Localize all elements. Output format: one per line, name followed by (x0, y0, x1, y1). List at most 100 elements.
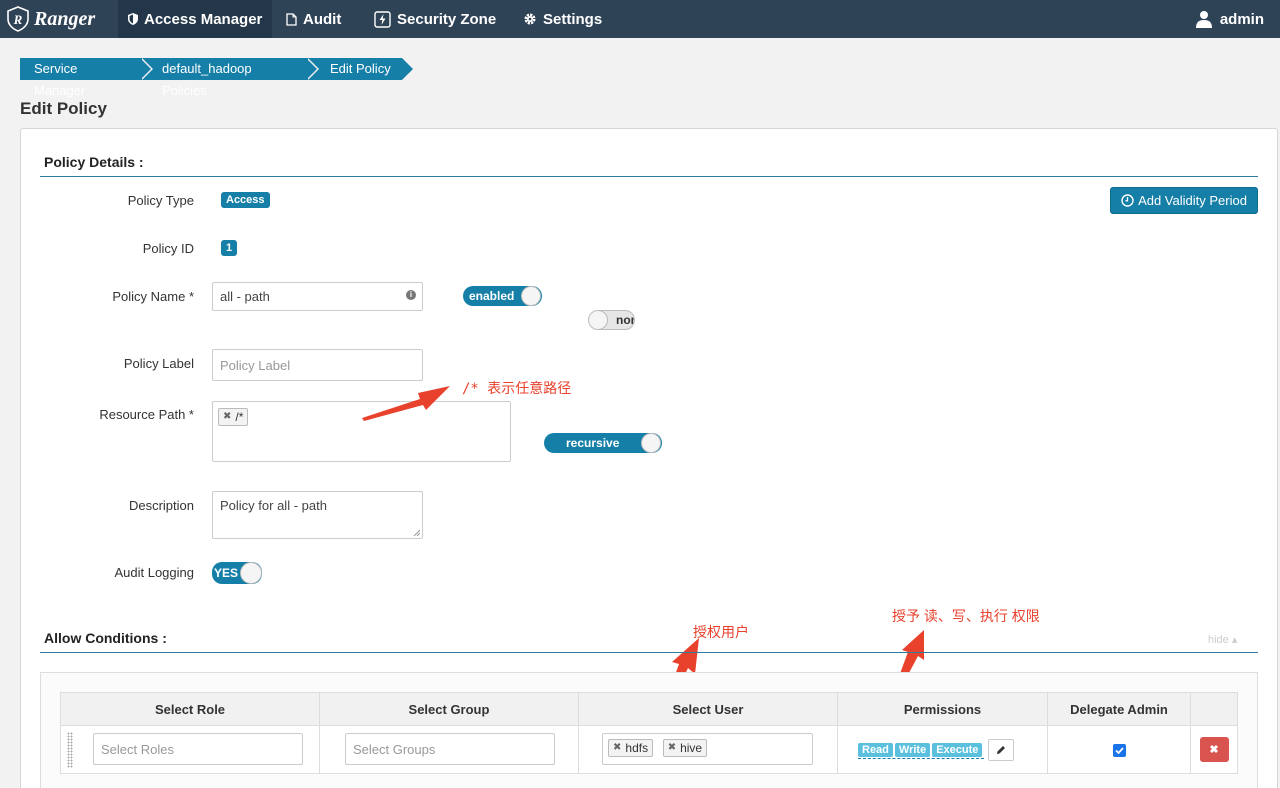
annotation-path-note: /* 表示任意路径 (462, 381, 572, 397)
policy-type-label: Policy Type (127, 193, 194, 208)
select-groups-placeholder: Select Groups (353, 742, 436, 757)
resource-path-label: Resource Path * (99, 407, 194, 422)
bolt-icon (374, 10, 391, 28)
policy-label-input[interactable]: Policy Label (212, 349, 423, 381)
nav-audit[interactable]: Audit (276, 0, 351, 38)
description-label: Description (128, 498, 194, 513)
policy-label-placeholder: Policy Label (220, 358, 291, 373)
resize-handle-icon[interactable] (413, 529, 420, 536)
user-tag-label: hdfs (625, 740, 649, 755)
edit-permissions-button[interactable] (988, 738, 1015, 761)
column-header: Select Role (60, 692, 320, 726)
toggle-knob (240, 562, 262, 584)
select-users-input[interactable]: ✖ hdfs ✖ hive (602, 733, 813, 765)
hide-label: hide (1208, 634, 1229, 646)
select-groups-input[interactable]: Select Groups (345, 733, 555, 765)
table-row: Select Roles Select Groups ✖ hdfs ✖ hive R… (60, 725, 1238, 774)
toggle-knob (589, 311, 608, 329)
checkmark-icon (1114, 747, 1124, 755)
policy-type-badge: Access (221, 192, 270, 208)
breadcrumb-label: Service Manager (34, 61, 86, 98)
policy-name-input[interactable]: all - path i (212, 282, 423, 311)
nav-access-manager[interactable]: Access Manager (118, 0, 273, 38)
nav-access-manager-label: Access Manager (144, 10, 263, 28)
remove-tag-icon[interactable]: ✖ (613, 742, 621, 753)
audit-logging-label: Audit Logging (114, 565, 194, 580)
user-tag[interactable]: ✖ hive (662, 738, 708, 757)
select-roles-placeholder: Select Roles (101, 742, 174, 757)
user-name: admin (1219, 10, 1264, 28)
audit-logging-value: YES (214, 566, 239, 580)
resource-path-tag[interactable]: ✖ /* (218, 407, 249, 426)
svg-text:R: R (13, 12, 23, 27)
toggle-knob (641, 433, 661, 453)
breadcrumb-policies[interactable]: default_hadoop Policies (140, 58, 319, 98)
permissions-list[interactable]: Read Write Execute (858, 741, 985, 759)
permission-tag: Read (858, 742, 893, 757)
permission-tag: Execute (932, 742, 983, 757)
nav-settings[interactable]: Settings (513, 0, 612, 38)
info-icon: i (406, 290, 416, 300)
role-cell: Select Roles (60, 725, 320, 774)
breadcrumb-label: default_hadoop Policies (162, 61, 252, 98)
page-title: Edit Policy (20, 99, 107, 118)
policy-name-value: all - path (220, 289, 270, 304)
pencil-icon (997, 745, 1006, 754)
delete-row-button[interactable]: ✖ (1199, 737, 1229, 762)
policy-name-label: Policy Name * (112, 289, 194, 304)
policy-id-label: Policy ID (142, 241, 194, 256)
policy-priority-toggle[interactable]: nor (588, 310, 635, 330)
clock-icon (1121, 194, 1134, 207)
breadcrumb-service-manager[interactable]: Service Manager (20, 58, 153, 98)
annotation-perm-note: 授予 读、写、执行 权限 (892, 608, 1040, 624)
column-header: Select Group (319, 692, 579, 726)
policy-priority-label: nor (616, 313, 635, 327)
delegate-admin-cell (1047, 725, 1191, 774)
permission-tag: Write (894, 742, 931, 757)
column-header-actions (1190, 692, 1238, 726)
breadcrumb-edit-policy[interactable]: Edit Policy (306, 58, 415, 80)
delegate-admin-checkbox[interactable] (1112, 744, 1126, 758)
ranger-logo-icon: R (7, 6, 29, 32)
description-textarea[interactable]: Policy for all - path (212, 491, 423, 539)
actions-cell: ✖ (1190, 725, 1238, 774)
user-tag-label: hive (680, 740, 703, 755)
brand[interactable]: R Ranger (6, 4, 95, 34)
policy-enabled-toggle[interactable]: enabled (463, 286, 542, 306)
user-tag[interactable]: ✖ hdfs (608, 738, 654, 757)
user-menu[interactable]: admin (1195, 0, 1264, 38)
resource-path-tag-label: /* (235, 409, 244, 424)
nav-security-zone-label: Security Zone (397, 10, 497, 28)
add-validity-period-label: Add Validity Period (1138, 193, 1247, 208)
recursive-toggle[interactable]: recursive (544, 433, 662, 453)
audit-logging-toggle[interactable]: YES (212, 562, 262, 584)
description-value: Policy for all - path (220, 498, 327, 513)
column-header: Delegate Admin (1047, 692, 1191, 726)
nav-security-zone[interactable]: Security Zone (364, 0, 506, 38)
allow-conditions-table: Select Role Select Group Select User Per… (60, 692, 1238, 774)
policy-details-title: Policy Details : (44, 154, 144, 170)
shield-icon (128, 13, 138, 25)
file-icon (286, 12, 297, 26)
divider (40, 652, 1258, 653)
top-navbar: R Ranger Access Manager Audit Security Z… (0, 0, 1280, 38)
hide-conditions-link[interactable]: hide ▴ (1208, 633, 1237, 646)
divider (40, 176, 1258, 177)
column-header: Permissions (837, 692, 1048, 726)
add-validity-period-button[interactable]: Add Validity Period (1110, 187, 1258, 214)
permissions-cell: Read Write Execute (837, 725, 1048, 774)
remove-tag-icon[interactable]: ✖ (223, 411, 231, 422)
nav-settings-label: Settings (543, 10, 603, 28)
user-icon (1195, 10, 1212, 28)
close-icon: ✖ (1209, 744, 1219, 756)
drag-handle-icon[interactable] (67, 732, 73, 768)
policy-id-badge: 1 (221, 240, 238, 256)
group-cell: Select Groups (319, 725, 579, 774)
breadcrumb-label: Edit Policy (330, 61, 391, 76)
remove-tag-icon[interactable]: ✖ (668, 742, 676, 753)
select-roles-input[interactable]: Select Roles (93, 733, 303, 765)
toggle-knob (521, 286, 541, 306)
nav-audit-label: Audit (303, 10, 342, 28)
policy-label-label: Policy Label (123, 356, 194, 371)
column-header: Select User (578, 692, 838, 726)
